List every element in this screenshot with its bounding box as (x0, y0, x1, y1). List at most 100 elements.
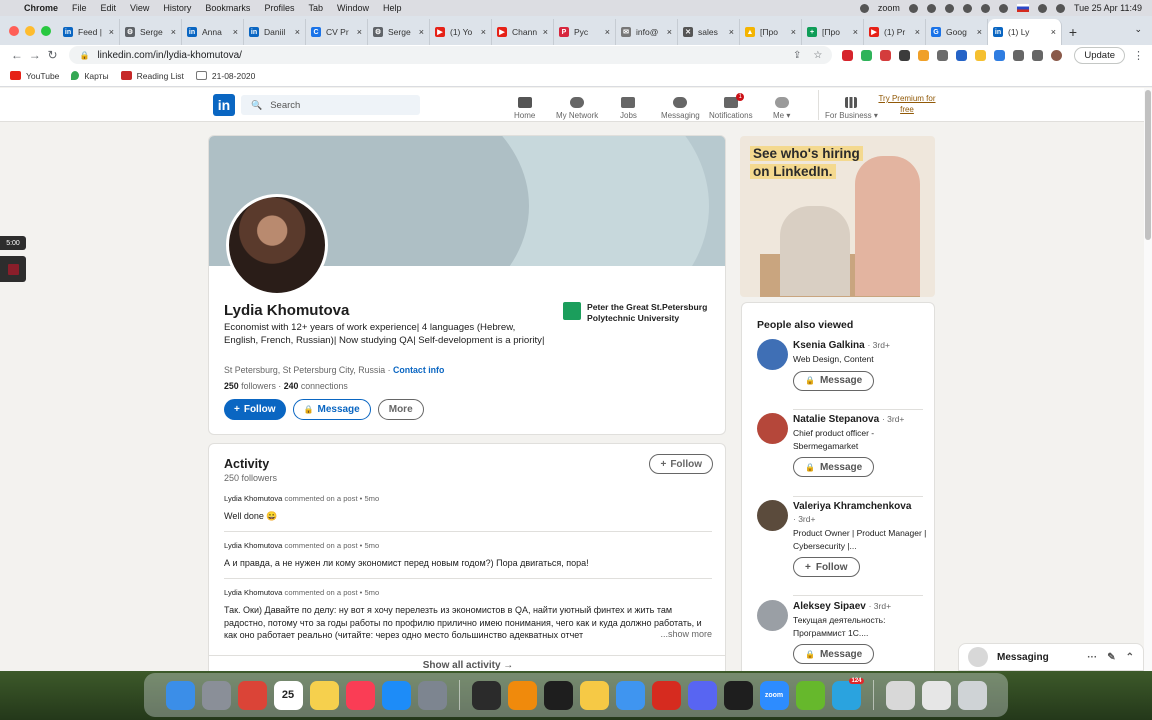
hiring-ad[interactable]: See who's hiring on LinkedIn. (740, 136, 935, 297)
new-tab-button[interactable]: + (1062, 19, 1084, 45)
keyboard-layout-flag-icon[interactable] (1016, 4, 1029, 12)
person-message-button[interactable]: 🔒 Message (793, 457, 875, 477)
reload-icon[interactable]: ↻ (44, 48, 62, 62)
menu-profiles[interactable]: Profiles (264, 3, 294, 13)
gear-tray-icon[interactable] (944, 3, 954, 13)
tab[interactable]: G Goog × (926, 19, 988, 45)
dock-discord-icon[interactable] (687, 680, 717, 710)
messaging-overlay-bar[interactable]: Messaging ··· ✎ ⌃ (958, 643, 1144, 671)
menu-window[interactable]: Window (337, 3, 369, 13)
person-name[interactable]: Ksenia Galkina · 3rd+ (793, 339, 929, 352)
tab-close-icon[interactable]: × (977, 27, 982, 37)
activity-post[interactable]: Lydia Khomutova commented on a post • 5m… (224, 588, 712, 646)
tab[interactable]: Р Рус × (554, 19, 616, 45)
show-all-activity-link[interactable]: Show all activity → (209, 655, 725, 671)
connections-count[interactable]: 240 (284, 381, 299, 391)
tab[interactable]: ▶ Chann × (492, 19, 554, 45)
tab[interactable]: ⚙ Serge × (120, 19, 182, 45)
dock-downloads-stack-icon[interactable] (885, 680, 915, 710)
more-options-icon[interactable]: ··· (1087, 652, 1097, 663)
side-panel-icon[interactable] (1032, 49, 1044, 61)
dock-telegram-icon[interactable]: 124 (831, 677, 864, 710)
menu-edit[interactable]: Edit (101, 3, 117, 13)
orange-extension-icon[interactable] (918, 49, 930, 61)
activity-post[interactable]: Lydia Khomutova commented on a post • 5m… (224, 494, 712, 532)
tab-close-icon[interactable]: × (357, 27, 362, 37)
tab[interactable]: C CV Pr × (306, 19, 368, 45)
tab-close-icon[interactable]: × (791, 27, 796, 37)
education-item[interactable]: Peter the Great St.Petersburg Polytechni… (563, 302, 713, 324)
compose-icon[interactable]: ✎ (1107, 652, 1115, 663)
dock-cyberduck-icon[interactable] (579, 680, 609, 710)
followers-count[interactable]: 250 (224, 381, 239, 391)
person-name[interactable]: Valeriya Khramchenkova · 3rd+ (793, 500, 929, 526)
dark-extension-icon[interactable] (899, 49, 911, 61)
dock-app-store-icon[interactable] (381, 680, 411, 710)
camera-tray-icon[interactable] (859, 3, 869, 13)
menu-tab[interactable]: Tab (308, 3, 323, 13)
dock-music-icon[interactable] (345, 680, 375, 710)
activity-follow-button[interactable]: + Follow (649, 454, 713, 474)
tab-close-icon[interactable]: × (419, 27, 424, 37)
show-more-link[interactable]: ...show more (656, 629, 712, 639)
tab[interactable]: ▶ (1) Pr × (864, 19, 926, 45)
opera-extension-icon[interactable] (842, 49, 854, 61)
menu-help[interactable]: Help (383, 3, 402, 13)
tab[interactable]: ▶ (1) Yo × (430, 19, 492, 45)
control-center-icon[interactable] (998, 3, 1008, 13)
tab[interactable]: ✉ info@ × (616, 19, 678, 45)
dock-mail-icon[interactable] (615, 680, 645, 710)
nav-home[interactable]: Home (514, 90, 535, 120)
nav-my-network[interactable]: My Network (556, 90, 598, 120)
tab[interactable]: in Daniil × (244, 19, 306, 45)
stop-recording-button[interactable] (0, 256, 26, 282)
dock-activity-monitor-icon[interactable] (471, 680, 501, 710)
tab-close-icon[interactable]: × (233, 27, 238, 37)
chevron-up-icon[interactable]: ⌃ (1126, 652, 1134, 663)
blue-extension-icon[interactable] (956, 49, 968, 61)
tab[interactable]: + [Про × (802, 19, 864, 45)
address-url[interactable]: linkedin.com/in/lydia-khomutova/ (97, 50, 242, 61)
dock-settings-icon[interactable] (417, 680, 447, 710)
person-message-button[interactable]: 🔒 Message (793, 370, 875, 391)
tab-close-icon[interactable]: × (481, 27, 486, 37)
close-window-icon[interactable] (9, 26, 19, 36)
person-avatar[interactable] (757, 500, 788, 531)
red-extension-icon[interactable] (880, 49, 892, 61)
dock-documents-stack-icon[interactable] (921, 680, 951, 710)
profile-photo[interactable] (226, 194, 328, 296)
dock-calendar-icon[interactable]: 25 (273, 680, 303, 710)
tab-close-icon[interactable]: × (295, 27, 300, 37)
post-author[interactable]: Lydia Khomutova (224, 494, 282, 503)
green-extension-icon[interactable] (861, 49, 873, 61)
tab-close-icon[interactable]: × (109, 27, 114, 37)
zoom-tray-label[interactable]: zoom (878, 3, 900, 13)
page-scrollbar[interactable] (1144, 88, 1152, 671)
nav-messaging[interactable]: Messaging (661, 90, 700, 120)
tab[interactable]: ⚙ Serge × (368, 19, 430, 45)
dock-finder-icon[interactable] (165, 680, 195, 710)
lock-icon[interactable]: 🔒 (79, 51, 89, 60)
follow-button[interactable]: + Follow (224, 399, 286, 420)
minimize-window-icon[interactable] (25, 26, 35, 36)
arrow-extension-icon[interactable] (994, 49, 1006, 61)
bookmark-youtube[interactable]: YouTube (10, 71, 59, 81)
profile-avatar-icon[interactable] (1051, 49, 1063, 61)
siri-icon[interactable] (1055, 3, 1065, 13)
camera-extension-icon[interactable] (937, 49, 949, 61)
battery-tray-icon[interactable] (962, 3, 972, 13)
menu-bookmarks[interactable]: Bookmarks (205, 3, 250, 13)
nav-notifications[interactable]: 1 Notifications (709, 90, 753, 120)
person-message-button[interactable]: 🔒 Message (793, 644, 875, 664)
post-author[interactable]: Lydia Khomutova (224, 541, 282, 550)
forward-arrow-icon[interactable]: → (26, 48, 44, 62)
tab[interactable]: in Anna × (182, 19, 244, 45)
bookmark-folder[interactable]: 21-08-2020 (195, 71, 255, 81)
nav-jobs[interactable]: Jobs (620, 90, 637, 120)
person-name[interactable]: Natalie Stepanova · 3rd+ (793, 413, 929, 426)
tab-close-icon[interactable]: × (605, 27, 610, 37)
post-author[interactable]: Lydia Khomutova (224, 588, 282, 597)
person-name[interactable]: Aleksey Sipaev · 3rd+ (793, 600, 929, 613)
dock-chrome-icon[interactable] (237, 680, 267, 710)
search-input[interactable]: 🔍 Search (241, 95, 420, 115)
